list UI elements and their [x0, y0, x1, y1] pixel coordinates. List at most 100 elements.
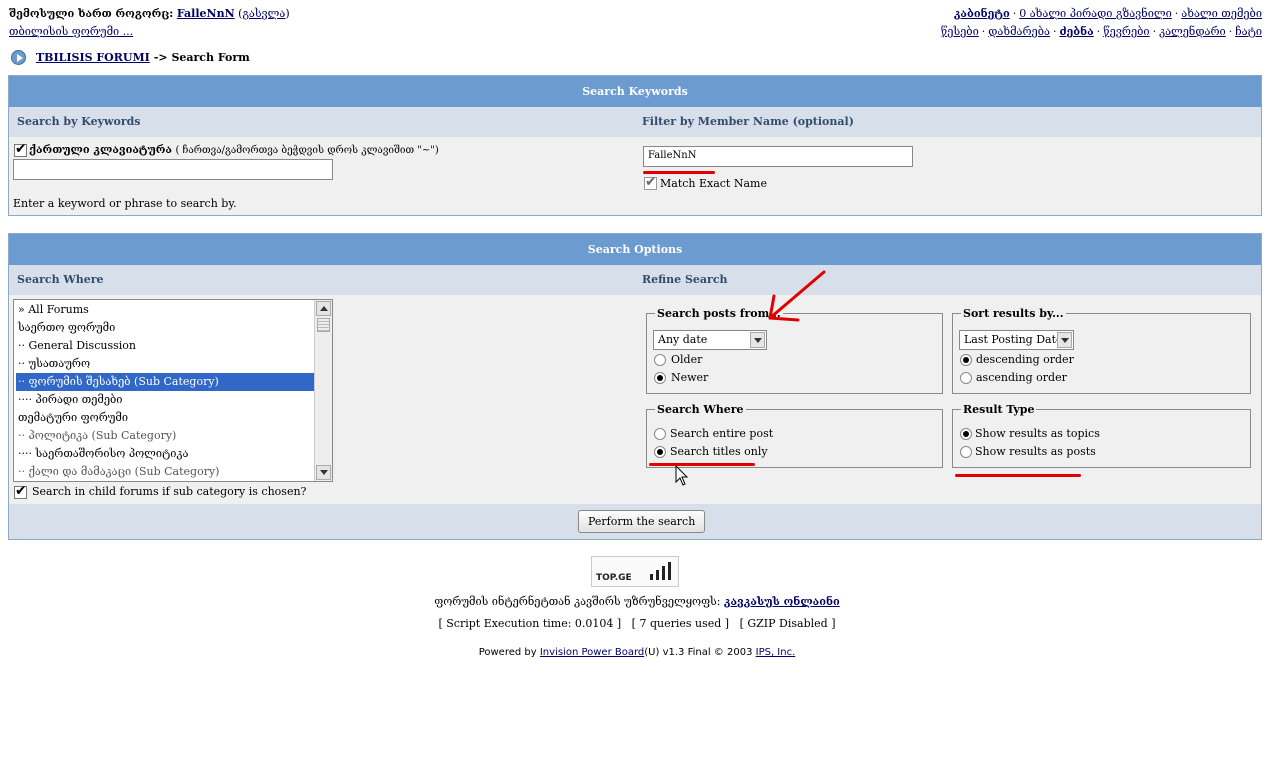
- ascending-label: ascending order: [976, 371, 1067, 384]
- georgian-keyboard-hint: ( ჩართვა/გამორთვა ბეჭდვის დროს კლავიშით …: [175, 145, 439, 156]
- newer-radio[interactable]: [654, 372, 666, 384]
- logged-in-label: შემოსული ხართ როგორც:: [9, 7, 174, 20]
- mouse-cursor-icon: [675, 465, 689, 486]
- search-keywords-panel: Search Keywords Search by Keywords Filte…: [8, 75, 1262, 216]
- nav-arrow-icon: [11, 50, 26, 65]
- forum-list-item[interactable]: თემატური ფორუმი: [16, 409, 315, 427]
- breadcrumb: TBILISIS FORUMI -> Search Form: [11, 50, 250, 65]
- search-link[interactable]: ძებნა: [1059, 25, 1093, 38]
- keywords-subheader: Search by Keywords Filter by Member Name…: [9, 107, 1261, 137]
- cabinet-link[interactable]: კაბინეტი: [954, 7, 1010, 20]
- forum-list-item[interactable]: ·· პოლიტიკა (Sub Category): [16, 427, 315, 445]
- help-link[interactable]: დახმარება: [988, 25, 1050, 38]
- new-topics-link[interactable]: ახალი თემები: [1181, 7, 1262, 20]
- top-links-primary: კაბინეტი · 0 ახალი პირადი გზავნილი · ახალი თ…: [953, 7, 1262, 20]
- forum-home-link[interactable]: თბილისის ფორუმი ...: [9, 25, 133, 38]
- username-link[interactable]: FalleNnN: [177, 7, 235, 20]
- sponsor-line: ფორუმის ინტერნეტთან კავშირს უზრუნველყოფს…: [0, 595, 1274, 608]
- annotation-underline-titles: [649, 463, 755, 466]
- forum-list-item[interactable]: ·· ქალი და მამაკაცი (Sub Category): [16, 463, 315, 481]
- sponsor-link[interactable]: კავკასუს ონლაინი: [724, 595, 840, 608]
- script-stats: [ Script Execution time: 0.0104 ] [ 7 qu…: [438, 617, 836, 630]
- arrow-down-icon: [320, 470, 328, 475]
- topge-counter-logo[interactable]: TOP.GE: [591, 556, 679, 587]
- invision-link[interactable]: Invision Power Board: [540, 647, 644, 658]
- chevron-down-icon: [1057, 332, 1072, 348]
- ascending-radio[interactable]: [960, 372, 972, 384]
- older-radio[interactable]: [654, 354, 666, 366]
- scroll-thumb[interactable]: [317, 318, 330, 332]
- keyword-hint: Enter a keyword or phrase to search by.: [13, 197, 237, 210]
- sponsor-text: ფორუმის ინტერნეტთან კავშირს უზრუნველყოფს…: [434, 595, 721, 608]
- georgian-keyboard-label: ქართული კლავიატურა: [29, 143, 172, 156]
- child-forums-label: Search in child forums if sub category i…: [32, 485, 307, 498]
- exact-name-checkbox[interactable]: [644, 174, 657, 190]
- filter-member-heading: Filter by Member Name (optional): [642, 115, 854, 128]
- breadcrumb-trail: -> Search Form: [153, 51, 250, 64]
- logout-link[interactable]: გასვლა: [242, 7, 285, 20]
- show-topics-radio[interactable]: [960, 428, 972, 440]
- forum-listbox[interactable]: » All Forums საერთო ფორუმი ·· General Disc…: [13, 299, 333, 482]
- member-name-input[interactable]: FalleNnN: [643, 146, 913, 167]
- result-type-legend: Result Type: [963, 403, 1035, 416]
- scroll-down-button[interactable]: [316, 465, 331, 480]
- forum-list-item[interactable]: საერთო ფორუმი: [16, 319, 315, 337]
- top-links-secondary: წესები · დახმარება · ძებნა · წევრები · კალენდარი…: [940, 25, 1262, 38]
- search-options-title: Search Options: [9, 234, 1261, 265]
- date-select[interactable]: Any date: [653, 330, 767, 350]
- search-where-legend: Search Where: [657, 403, 744, 416]
- descending-label: descending order: [976, 353, 1074, 366]
- search-where-heading: Search Where: [17, 273, 104, 286]
- sort-select[interactable]: Last Posting Date: [959, 330, 1074, 350]
- search-keywords-title: Search Keywords: [9, 76, 1261, 107]
- georgian-keyboard-checkbox[interactable]: [14, 141, 27, 157]
- submit-row: Perform the search: [9, 504, 1261, 539]
- sort-results-legend: Sort results by...: [963, 307, 1064, 320]
- annotation-arrow-icon: [768, 270, 826, 322]
- forum-list-item[interactable]: ···· საერთაშორისო პოლიტიკა: [16, 445, 315, 463]
- refine-search-heading: Refine Search: [642, 273, 728, 286]
- descending-radio[interactable]: [960, 354, 972, 366]
- exact-name-label: Match Exact Name: [660, 177, 767, 190]
- show-posts-label: Show results as posts: [975, 445, 1096, 458]
- logged-in-line: შემოსული ხართ როგორც: FalleNnN (გასვლა): [9, 7, 290, 20]
- older-label: Older: [671, 353, 703, 366]
- perform-search-button[interactable]: Perform the search: [578, 510, 706, 533]
- members-link[interactable]: წევრები: [1103, 25, 1149, 38]
- ips-link[interactable]: IPS, Inc.: [756, 647, 796, 658]
- powered-by-line: Powered by Invision Power Board(U) v1.3 …: [0, 647, 1274, 658]
- search-by-keywords-heading: Search by Keywords: [17, 115, 141, 128]
- search-titles-radio[interactable]: [654, 446, 666, 458]
- newer-label: Newer: [671, 371, 709, 384]
- powered-version: (U) v1.3 Final © 2003: [644, 647, 753, 658]
- search-entire-label: Search entire post: [670, 427, 774, 440]
- topge-logo-text: TOP.GE: [596, 573, 632, 583]
- forum-home-line: თბილისის ფორუმი ...: [9, 25, 133, 38]
- logout-paren-close: ): [285, 7, 290, 20]
- child-forums-checkbox[interactable]: [14, 483, 27, 499]
- forum-list-item[interactable]: ···· პირადი თემები: [16, 391, 315, 409]
- powered-prefix: Powered by: [478, 647, 537, 658]
- search-titles-label: Search titles only: [670, 445, 768, 458]
- keyword-input[interactable]: [13, 159, 333, 180]
- chevron-down-icon: [750, 332, 765, 348]
- breadcrumb-home-link[interactable]: TBILISIS FORUMI: [36, 51, 150, 64]
- chat-link[interactable]: ჩატი: [1235, 25, 1262, 38]
- options-subheader: Search Where Refine Search: [9, 265, 1261, 295]
- rules-link[interactable]: წესები: [941, 25, 979, 38]
- arrow-up-icon: [320, 306, 328, 311]
- forum-list-item[interactable]: ·· უსათაურო: [16, 355, 315, 373]
- calendar-link[interactable]: კალენდარი: [1159, 25, 1226, 38]
- sort-select-value: Last Posting Date: [964, 333, 1063, 346]
- forum-list-item[interactable]: » All Forums: [16, 301, 315, 319]
- forum-list-item[interactable]: ·· ფორუმის შესახებ (Sub Category): [16, 373, 315, 391]
- new-messages-link[interactable]: 0 ახალი პირადი გზავნილი: [1019, 7, 1172, 20]
- annotation-underline-result: [955, 474, 1081, 477]
- listbox-scrollbar[interactable]: [314, 300, 332, 481]
- date-select-value: Any date: [658, 333, 708, 346]
- search-entire-radio[interactable]: [654, 428, 666, 440]
- forum-list-item[interactable]: ·· General Discussion: [16, 337, 315, 355]
- show-topics-label: Show results as topics: [975, 427, 1100, 440]
- show-posts-radio[interactable]: [960, 446, 972, 458]
- scroll-up-button[interactable]: [316, 301, 331, 316]
